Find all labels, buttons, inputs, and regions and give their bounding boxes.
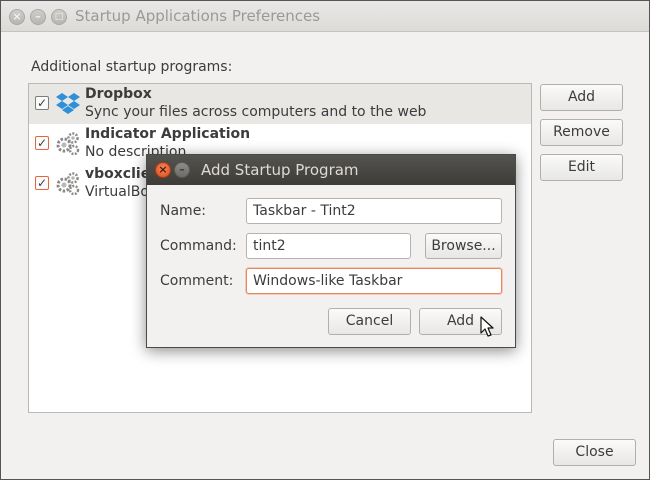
comment-field[interactable]: Windows-like Taskbar <box>246 268 502 294</box>
gears-icon <box>56 132 80 156</box>
dialog-title: Add Startup Program <box>201 161 359 179</box>
gears-icon <box>56 172 80 196</box>
browse-button[interactable]: Browse... <box>425 233 502 259</box>
add-button[interactable]: Add <box>540 84 623 111</box>
edit-button[interactable]: Edit <box>540 154 623 181</box>
name-label: Name: <box>160 203 207 219</box>
dropbox-icon <box>56 93 80 114</box>
dialog-minimize-button[interactable]: – <box>174 162 190 178</box>
program-description: Sync your files across computers and to … <box>85 104 427 120</box>
window-titlebar: × – □ Startup Applications Preferences <box>1 1 649 32</box>
section-label: Additional startup programs: <box>31 59 233 75</box>
cancel-button[interactable]: Cancel <box>328 308 411 335</box>
window-close-button[interactable]: × <box>9 9 25 25</box>
dialog-close-button[interactable]: × <box>155 162 171 178</box>
add-startup-program-dialog: × – Add Startup Program Name: Taskbar - … <box>146 154 516 348</box>
vboxclient-checkbox[interactable]: ✓ <box>35 176 49 190</box>
dialog-titlebar: × – Add Startup Program <box>147 155 515 185</box>
indicator-application-checkbox[interactable]: ✓ <box>35 136 49 150</box>
comment-label: Comment: <box>160 273 234 289</box>
command-field[interactable]: tint2 <box>246 233 411 259</box>
remove-button[interactable]: Remove <box>540 119 623 146</box>
window-minimize-button[interactable]: – <box>30 9 46 25</box>
name-field[interactable]: Taskbar - Tint2 <box>246 198 502 224</box>
window-title: Startup Applications Preferences <box>75 7 321 25</box>
dropbox-checkbox[interactable]: ✓ <box>35 96 49 110</box>
command-label: Command: <box>160 238 237 254</box>
list-item-dropbox[interactable]: ✓ Dropbox Sync your files across compute… <box>29 84 531 124</box>
program-name: Indicator Application <box>85 126 251 142</box>
mouse-pointer-icon <box>480 316 494 337</box>
program-name: Dropbox <box>85 86 152 102</box>
close-button[interactable]: Close <box>553 439 636 466</box>
window-maximize-button[interactable]: □ <box>51 9 67 25</box>
